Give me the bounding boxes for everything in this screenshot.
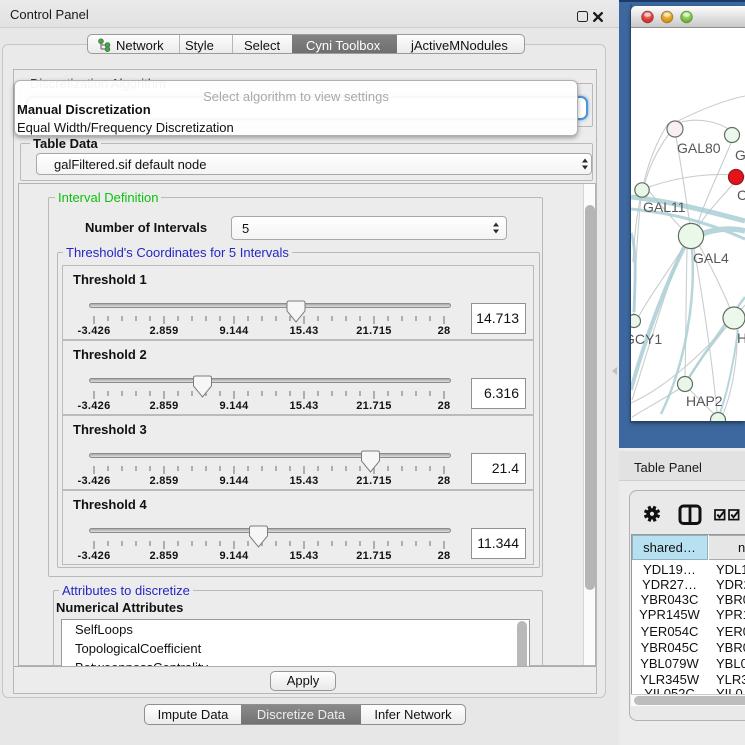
- svg-text:GAL4: GAL4: [693, 250, 729, 266]
- svg-text:GCY1: GCY1: [631, 331, 662, 347]
- svg-text:HAP2: HAP2: [686, 393, 723, 409]
- svg-text:GAL11: GAL11: [643, 199, 686, 215]
- svg-text:C: C: [737, 187, 745, 203]
- svg-text:GA: GA: [735, 147, 745, 163]
- svg-text:GAL80: GAL80: [677, 140, 721, 156]
- svg-text:H: H: [737, 330, 745, 346]
